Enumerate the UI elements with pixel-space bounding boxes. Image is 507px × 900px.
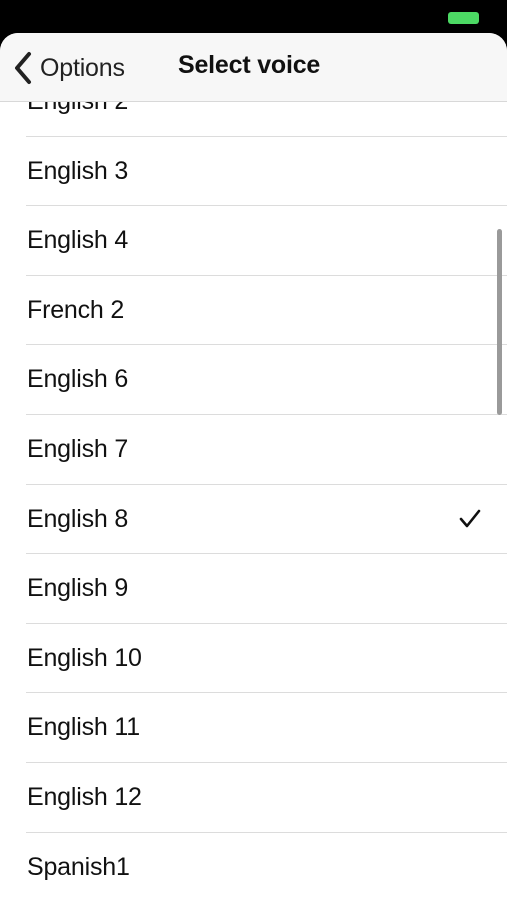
voice-label: English 8: [27, 504, 129, 533]
voice-label: English 4: [27, 226, 129, 255]
voice-row[interactable]: French 2: [0, 276, 507, 346]
chevron-left-icon: [12, 51, 34, 85]
back-label: Options: [40, 53, 125, 82]
voice-list: English 2 English 3 English 4 French 2 E…: [0, 67, 507, 900]
voice-label: English 12: [27, 782, 142, 811]
voice-row[interactable]: English 6: [0, 345, 507, 415]
page-title: Select voice: [178, 51, 321, 79]
voice-row[interactable]: English 4: [0, 206, 507, 276]
checkmark-icon: [459, 509, 481, 529]
voice-row[interactable]: English 9: [0, 554, 507, 624]
voice-row[interactable]: English 10: [0, 624, 507, 694]
screen: Options Select voice English 2 English 3…: [0, 0, 507, 900]
voice-label: English 10: [27, 643, 142, 672]
voice-row[interactable]: Spanish1: [0, 833, 507, 900]
voice-label: English 6: [27, 365, 129, 394]
voice-row[interactable]: English 11: [0, 693, 507, 763]
status-bar: [0, 0, 507, 34]
voice-row[interactable]: English 12: [0, 763, 507, 833]
navigation-bar: Options Select voice: [0, 33, 507, 102]
voice-row-selected[interactable]: English 8: [0, 485, 507, 555]
back-button[interactable]: Options: [12, 48, 125, 88]
voice-label: English 3: [27, 156, 129, 185]
voice-label: Spanish1: [27, 852, 130, 881]
scrollbar[interactable]: [497, 229, 502, 415]
battery-icon: [448, 12, 479, 24]
voice-label: English 7: [27, 434, 129, 463]
voice-row[interactable]: English 3: [0, 137, 507, 207]
voice-label: French 2: [27, 295, 125, 324]
voice-label: English 9: [27, 574, 129, 603]
voice-label: English 11: [27, 713, 140, 742]
voice-row[interactable]: English 7: [0, 415, 507, 485]
voice-select-sheet: Options Select voice English 2 English 3…: [0, 33, 507, 900]
